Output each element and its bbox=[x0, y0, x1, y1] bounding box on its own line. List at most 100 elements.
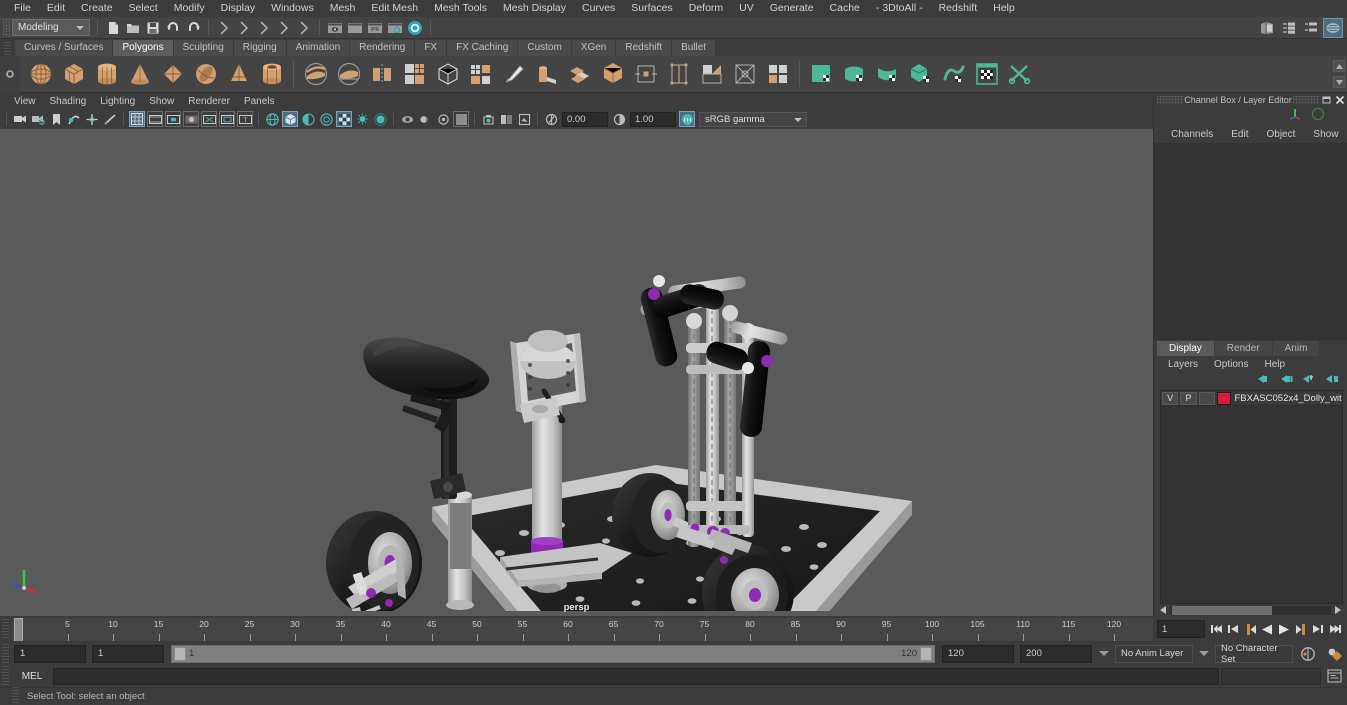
layer-menu-options[interactable]: Options bbox=[1206, 359, 1256, 370]
camera-attributes-icon[interactable] bbox=[48, 111, 64, 127]
hypershade-icon[interactable] bbox=[406, 19, 424, 37]
shelf-tab-rendering[interactable]: Rendering bbox=[350, 40, 416, 56]
layer-color-swatch[interactable] bbox=[1217, 391, 1231, 405]
extrude-icon[interactable] bbox=[531, 59, 562, 90]
menu-edit-mesh[interactable]: Edit Mesh bbox=[363, 0, 426, 17]
shelf-tab-redshift[interactable]: Redshift bbox=[616, 40, 673, 56]
play-backwards-icon[interactable] bbox=[1259, 620, 1275, 638]
poly-prism-icon[interactable] bbox=[223, 59, 254, 90]
gamma-field[interactable]: 1.00 bbox=[630, 111, 676, 127]
menu-mesh-tools[interactable]: Mesh Tools bbox=[426, 0, 495, 17]
shelf-tab-xgen[interactable]: XGen bbox=[571, 40, 617, 56]
shelf-options-button[interactable] bbox=[0, 55, 20, 93]
xray-icon[interactable] bbox=[417, 111, 433, 127]
viewport-menu-view[interactable]: View bbox=[7, 96, 43, 107]
channel-box-menu-object[interactable]: Object bbox=[1258, 129, 1305, 140]
render-view-icon[interactable] bbox=[386, 19, 404, 37]
menu-surfaces[interactable]: Surfaces bbox=[623, 0, 680, 17]
playblast-icon[interactable] bbox=[498, 111, 514, 127]
poly-torus-icon[interactable] bbox=[190, 59, 221, 90]
view-transform-icon[interactable] bbox=[679, 111, 695, 127]
quad-draw-icon[interactable] bbox=[696, 59, 727, 90]
tool-settings-icon[interactable] bbox=[1301, 18, 1321, 38]
layer-playback-toggle[interactable]: P bbox=[1180, 391, 1197, 405]
menu-cache[interactable]: Cache bbox=[822, 0, 868, 17]
shelf-scroll-down-button[interactable] bbox=[1333, 76, 1345, 88]
xray-active-components-icon[interactable] bbox=[453, 111, 469, 127]
uv-planar-icon[interactable] bbox=[839, 59, 870, 90]
shelf-tab-curves-surfaces[interactable]: Curves / Surfaces bbox=[15, 40, 114, 56]
step-back-keyframe-icon[interactable] bbox=[1225, 620, 1241, 638]
menuset-selector[interactable]: Modeling bbox=[12, 19, 90, 36]
image-plane-icon[interactable] bbox=[66, 111, 82, 127]
shelf-tab-grip[interactable] bbox=[4, 42, 11, 55]
textured-icon[interactable] bbox=[318, 111, 334, 127]
character-set-dropdown-arrow-icon[interactable] bbox=[1199, 651, 1209, 656]
viewport-menu-shading[interactable]: Shading bbox=[43, 96, 94, 107]
viewport-capture-icon[interactable] bbox=[480, 111, 496, 127]
range-start-field[interactable]: 1 bbox=[92, 644, 164, 663]
menu-display[interactable]: Display bbox=[213, 0, 263, 17]
auto-key-icon[interactable] bbox=[1298, 645, 1318, 663]
shadows-icon[interactable] bbox=[354, 111, 370, 127]
layer-list-horizontal-scrollbar[interactable] bbox=[1154, 604, 1347, 616]
poly-pipe-icon[interactable] bbox=[256, 59, 287, 90]
channel-box-menu-channels[interactable]: Channels bbox=[1162, 129, 1222, 140]
menu-redshift[interactable]: Redshift bbox=[931, 0, 986, 17]
layer-menu-help[interactable]: Help bbox=[1256, 359, 1293, 370]
film-gate-icon[interactable] bbox=[147, 111, 163, 127]
smooth-shade-icon[interactable] bbox=[282, 111, 298, 127]
display-layer-list[interactable]: V P FBXASC052x4_Dolly_with bbox=[1160, 390, 1343, 604]
step-back-frame-icon[interactable] bbox=[1242, 620, 1258, 638]
character-set-selector[interactable]: No Character Set bbox=[1215, 643, 1293, 665]
step-forward-keyframe-icon[interactable] bbox=[1310, 620, 1326, 638]
menu-file[interactable]: File bbox=[6, 0, 39, 17]
use-all-lights-icon[interactable] bbox=[336, 111, 352, 127]
render-settings-icon[interactable]: IPR bbox=[366, 19, 384, 37]
sculpt-tool-icon[interactable] bbox=[498, 59, 529, 90]
separate-icon[interactable] bbox=[333, 59, 364, 90]
scrollbar-thumb[interactable] bbox=[1172, 605, 1272, 615]
menu-3dtoall[interactable]: - 3DtoAll - bbox=[868, 0, 931, 17]
shelf-tab-rigging[interactable]: Rigging bbox=[233, 40, 287, 56]
ambient-occlusion-icon[interactable] bbox=[372, 111, 388, 127]
open-scene-icon[interactable] bbox=[124, 19, 142, 37]
color-space-selector[interactable]: sRGB gamma bbox=[699, 111, 807, 127]
go-to-start-icon[interactable] bbox=[1208, 620, 1224, 638]
uv-automatic-icon[interactable] bbox=[905, 59, 936, 90]
shelf-tab-bullet[interactable]: Bullet bbox=[672, 40, 717, 56]
grid-toggle-icon[interactable] bbox=[129, 111, 145, 127]
grab-screenshot-icon[interactable] bbox=[516, 111, 532, 127]
smooth-icon[interactable] bbox=[399, 59, 430, 90]
layer-type-toggle[interactable] bbox=[1198, 391, 1216, 405]
twopoint-resolution-icon[interactable] bbox=[84, 111, 100, 127]
redo-icon[interactable] bbox=[184, 19, 202, 37]
layer-menu-layers[interactable]: Layers bbox=[1160, 359, 1206, 370]
gamma-icon[interactable] bbox=[611, 111, 627, 127]
status-line-grip[interactable] bbox=[3, 18, 10, 37]
table-row[interactable]: V P FBXASC052x4_Dolly_with bbox=[1161, 391, 1342, 406]
isolate-select-icon[interactable] bbox=[399, 111, 415, 127]
menu-mesh-display[interactable]: Mesh Display bbox=[495, 0, 574, 17]
play-forwards-icon[interactable] bbox=[1276, 620, 1292, 638]
menu-select[interactable]: Select bbox=[121, 0, 166, 17]
panel-grip[interactable] bbox=[1157, 96, 1183, 104]
poly-cube-icon[interactable] bbox=[58, 59, 89, 90]
command-line-grip[interactable] bbox=[2, 666, 9, 686]
poly-sphere-icon[interactable] bbox=[25, 59, 56, 90]
new-layer-icon[interactable] bbox=[1301, 372, 1316, 390]
animation-start-field[interactable]: 1 bbox=[14, 644, 86, 663]
new-layer-from-selected-icon[interactable] bbox=[1324, 372, 1339, 390]
layer-visibility-toggle[interactable]: V bbox=[1162, 391, 1179, 405]
shelf-tab-fx[interactable]: FX bbox=[415, 40, 448, 56]
time-slider-grip[interactable] bbox=[2, 619, 9, 639]
range-start-handle[interactable] bbox=[174, 646, 186, 661]
ipr-render-icon[interactable] bbox=[346, 19, 364, 37]
grease-pencil-icon[interactable] bbox=[102, 111, 118, 127]
menu-edit[interactable]: Edit bbox=[39, 0, 73, 17]
animation-end-field[interactable]: 200 bbox=[1020, 644, 1092, 663]
close-icon[interactable] bbox=[1334, 94, 1346, 106]
range-slider-grip[interactable] bbox=[2, 643, 9, 664]
xray-joints-icon[interactable] bbox=[435, 111, 451, 127]
poly-quadrant-icon[interactable] bbox=[762, 59, 793, 90]
